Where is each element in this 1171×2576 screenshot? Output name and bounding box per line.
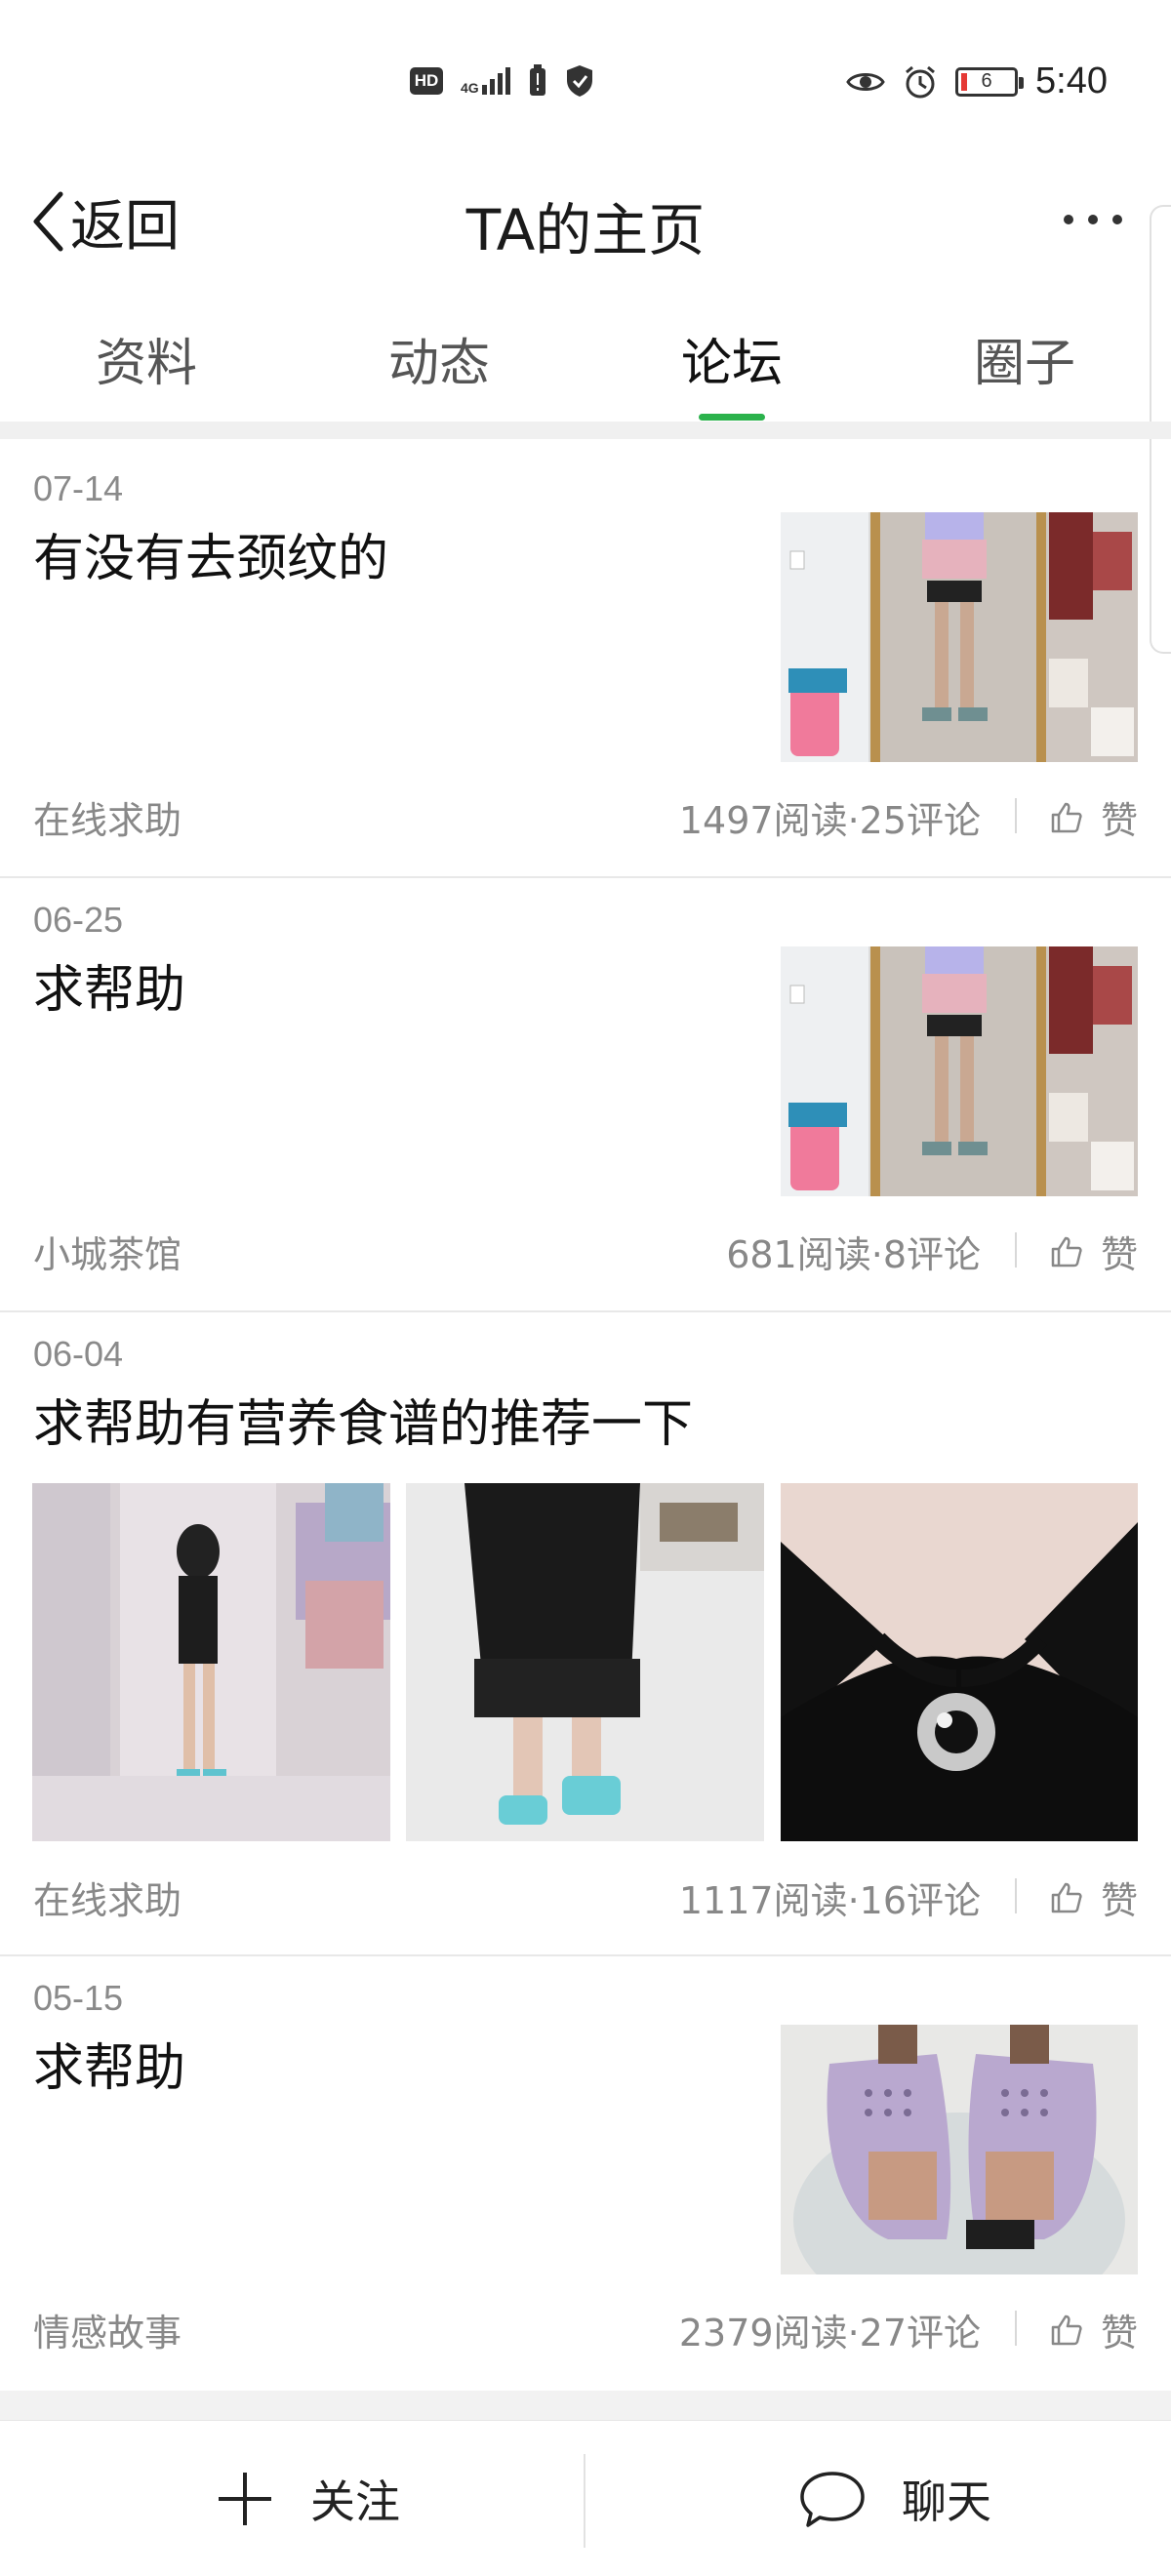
post-item[interactable]: 06-25 求帮助 小城茶馆 681阅读·8评论 赞 — [0, 878, 1171, 1312]
post-title: 求帮助有营养食谱的推荐一下 — [33, 1395, 694, 1454]
tab-circle[interactable]: 圈子 — [878, 322, 1171, 395]
more-options-button[interactable] — [1064, 200, 1122, 239]
more-dots-icon — [1064, 215, 1073, 224]
network-type: 4G — [461, 80, 479, 96]
post-title: 求帮助 — [33, 961, 186, 1020]
like-label: 赞 — [1100, 2312, 1138, 2355]
signal-icon: 4G — [461, 67, 510, 95]
thumbs-up-icon — [1051, 1882, 1082, 1912]
battery-icon: 6 — [955, 66, 1025, 97]
post-item[interactable]: 06-04 求帮助有营养食谱的推荐一下 在线求助 1117阅读·16评论 赞 — [0, 1312, 1171, 1956]
post-thumbnail[interactable] — [781, 2025, 1138, 2274]
post-item[interactable]: 07-14 有没有去颈纹的 在线求助 1497阅读·25评论 赞 — [0, 439, 1171, 878]
necklace-photo-image — [781, 1483, 1138, 1841]
tab-forum[interactable]: 论坛 — [586, 322, 878, 395]
post-date: 06-25 — [33, 900, 124, 940]
like-button[interactable]: 赞 — [1050, 1225, 1138, 1278]
alarm-icon — [906, 65, 935, 98]
post-title: 有没有去颈纹的 — [33, 530, 389, 588]
thumbs-up-icon — [1051, 1236, 1082, 1267]
like-button[interactable]: 赞 — [1050, 790, 1138, 844]
battery-level: 6 — [981, 70, 992, 92]
eye-icon — [846, 72, 885, 91]
like-label: 赞 — [1100, 1233, 1138, 1276]
post-stats: 1497阅读·25评论 — [678, 799, 981, 842]
post-thumbnail[interactable] — [781, 946, 1138, 1196]
section-divider — [0, 422, 1171, 439]
tab-activity[interactable]: 动态 — [293, 322, 586, 395]
more-dot — [1112, 215, 1122, 224]
bottom-action-bar: 关注 聊天 — [0, 2420, 1171, 2576]
like-label: 赞 — [1100, 1879, 1138, 1922]
shield-icon — [566, 65, 592, 97]
follow-label: 关注 — [310, 2475, 400, 2528]
like-label: 赞 — [1100, 799, 1138, 842]
app-header: 返回 TA的主页 — [0, 171, 1171, 278]
chat-button[interactable]: 聊天 — [798, 2421, 991, 2576]
stats-divider — [1015, 1232, 1017, 1268]
mirror-photo-image — [781, 512, 1138, 762]
post-date: 06-04 — [33, 1334, 124, 1374]
status-bar-left: HD 4G — [410, 64, 594, 98]
clock: 5:40 — [1035, 60, 1108, 101]
mirror-photo-image — [781, 946, 1138, 1196]
stats-divider — [1015, 2311, 1017, 2346]
more-dot — [1088, 215, 1098, 224]
active-tab-indicator — [699, 414, 765, 421]
post-thumbnail[interactable] — [781, 512, 1138, 762]
chat-label: 聊天 — [902, 2475, 991, 2528]
status-bar-right: 6 5:40 — [846, 60, 1108, 102]
post-category[interactable]: 在线求助 — [33, 790, 182, 844]
stats-divider — [1015, 798, 1017, 833]
status-bar: HD 4G 6 5:40 — [0, 0, 1171, 171]
bottom-separator — [0, 2391, 1171, 2420]
post-title: 求帮助 — [33, 2039, 186, 2098]
chat-bubble-icon — [800, 2472, 865, 2527]
tab-bar: 资料 动态 论坛 圈子 — [0, 293, 1171, 424]
like-button[interactable]: 赞 — [1050, 1871, 1138, 1924]
battery-alert-icon — [529, 64, 545, 96]
post-category[interactable]: 情感故事 — [33, 2303, 182, 2356]
bottom-bar-divider — [584, 2454, 586, 2548]
post-category[interactable]: 在线求助 — [33, 1871, 182, 1924]
post-image-1[interactable] — [32, 1483, 390, 1841]
scale-photo-image — [781, 2025, 1138, 2274]
like-button[interactable]: 赞 — [1050, 2303, 1138, 2356]
thumbs-up-icon — [1051, 802, 1082, 832]
hd-icon: HD — [410, 67, 443, 95]
follow-button[interactable]: 关注 — [215, 2421, 400, 2576]
page-title: TA的主页 — [465, 197, 706, 263]
stats-divider — [1015, 1878, 1017, 1913]
thumbs-up-icon — [1051, 2314, 1082, 2345]
tab-profile[interactable]: 资料 — [0, 322, 293, 395]
post-category[interactable]: 小城茶馆 — [33, 1225, 182, 1278]
outfit-photo-image — [406, 1483, 764, 1841]
post-image-3[interactable] — [781, 1483, 1138, 1841]
post-date: 07-14 — [33, 468, 124, 508]
post-stats: 2379阅读·27评论 — [678, 2312, 981, 2355]
post-stats: 681阅读·8评论 — [726, 1233, 981, 1276]
post-image-2[interactable] — [406, 1483, 764, 1841]
selfie-photo-image — [32, 1483, 390, 1841]
post-date: 05-15 — [33, 1978, 124, 2018]
post-stats: 1117阅读·16评论 — [678, 1879, 981, 1922]
post-item[interactable]: 05-15 求帮助 情感故事 2379阅读·27评论 赞 — [0, 1956, 1171, 2391]
plus-icon — [219, 2473, 271, 2525]
